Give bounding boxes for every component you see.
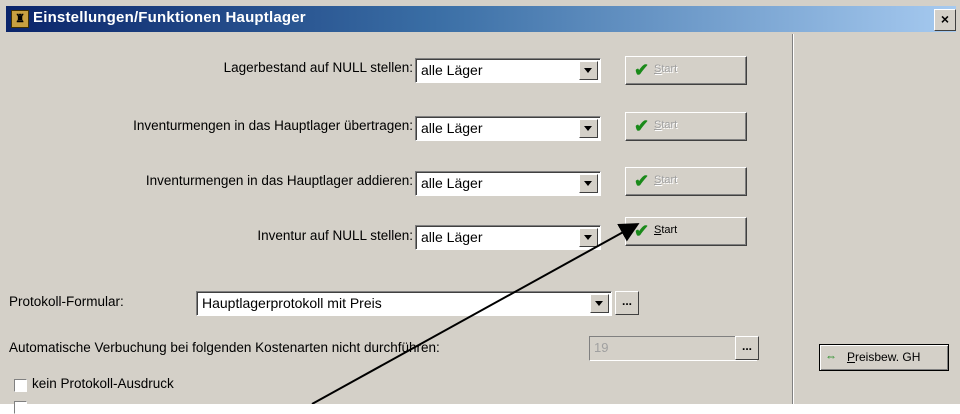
arrow-line (311, 223, 640, 404)
settings-window: ♜ Einstellungen/Funktionen Hauptlager × … (0, 0, 960, 414)
annotation-arrow (311, 223, 640, 404)
